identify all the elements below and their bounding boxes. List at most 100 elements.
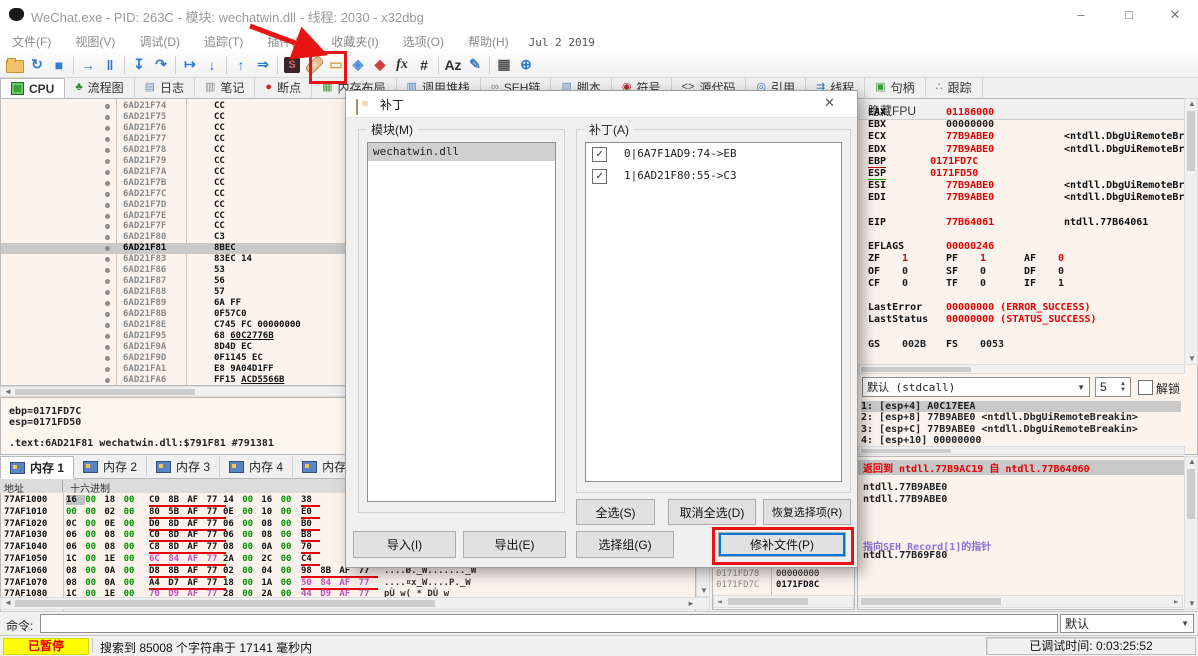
memory-byte-group[interactable]: C4 xyxy=(301,554,321,566)
stack-row[interactable]: 0171FD7C 0171FD8C xyxy=(713,580,819,590)
memory-byte-group[interactable]: 80 5B AF 77 xyxy=(149,507,226,519)
breakpoint-dot[interactable] xyxy=(105,246,110,252)
memory-byte-group[interactable]: 16 00 18 00 xyxy=(66,495,143,505)
pause-icon[interactable]: ‖ xyxy=(99,54,121,76)
breakpoint-dot[interactable] xyxy=(105,180,110,186)
breakpoint-dot[interactable] xyxy=(105,136,110,142)
register-row[interactable]: LastError 00000000 (ERROR_SUCCESS) xyxy=(868,302,1091,313)
restore-selection-button[interactable]: 恢复选择项(R) xyxy=(763,499,851,525)
patch-list-item[interactable]: ✓ 0|6A7F1AD9:74->EB xyxy=(586,143,841,165)
select-group-button[interactable]: 选择组(G) xyxy=(576,531,674,558)
memory-byte-group[interactable]: 0E 00 10 00 xyxy=(223,507,300,517)
command-mode-select[interactable]: 默认 ▼ xyxy=(1060,614,1194,633)
memory-byte-group[interactable]: 14 00 16 00 xyxy=(223,495,300,505)
menu-item-7[interactable]: 帮助(H) xyxy=(456,30,521,53)
breakpoint-dot[interactable] xyxy=(105,333,110,339)
memory-byte-group[interactable]: 06 00 08 00 xyxy=(223,530,300,540)
patch-checkbox[interactable]: ✓ xyxy=(592,169,607,184)
register-row[interactable]: EBX 00000000 xyxy=(868,119,1064,130)
register-row[interactable]: LastStatus 00000000 (STATUS_SUCCESS) xyxy=(868,314,1097,325)
strings-icon[interactable]: Az xyxy=(442,54,464,76)
memory-tab-2[interactable]: 内存 2 xyxy=(74,456,148,477)
memory-hscrollbar[interactable]: ◄ ► xyxy=(0,597,710,610)
label-icon[interactable]: ◈ xyxy=(347,54,369,76)
memory-byte-group[interactable]: A4 D7 AF 77 xyxy=(149,578,226,590)
memory-row[interactable]: 77AF1070 08 00 0A 00 A4 D7 AF 77 18 00 1A 00 50 84 AF 77… xyxy=(1,578,695,590)
import-button[interactable]: 导入(I) xyxy=(353,531,456,558)
memory-byte-group[interactable]: 02 00 04 00 xyxy=(223,566,300,576)
patch-list-item[interactable]: ✓ 1|6AD21F80:55->C3 xyxy=(586,165,841,187)
minimize-button[interactable]: – xyxy=(1066,5,1096,25)
breakpoint-dot[interactable] xyxy=(105,344,110,350)
breakpoint-dot[interactable] xyxy=(105,366,110,372)
breakpoint-dot[interactable] xyxy=(105,104,110,109)
memory-byte-group[interactable]: D8 8B AF 77 xyxy=(149,566,226,578)
memory-byte-group[interactable]: 6C 84 AF 77 xyxy=(149,554,226,566)
info-vscrollbar[interactable]: ▲ ▼ xyxy=(1184,456,1198,610)
tab-日志[interactable]: ▤ 日志 xyxy=(135,78,195,97)
argument-row[interactable]: 1: [esp+4] A0C17EEA xyxy=(861,401,1181,412)
breakpoint-dot[interactable] xyxy=(105,279,110,285)
registers-hscrollbar[interactable] xyxy=(858,364,1185,374)
patch-checkbox[interactable]: ✓ xyxy=(592,147,607,162)
tab-跟踪[interactable]: ∴ 跟踪 xyxy=(926,78,983,97)
menu-item-6[interactable]: 选项(O) xyxy=(391,30,456,53)
breakpoint-dot[interactable] xyxy=(105,169,110,175)
select-all-button[interactable]: 全选(S) xyxy=(576,499,655,525)
memory-byte-group[interactable]: 08 00 0A 00 xyxy=(223,542,300,552)
memory-byte-group[interactable]: B0 xyxy=(301,519,321,531)
register-row[interactable]: EAX 01186000 xyxy=(868,107,1064,118)
breakpoint-dot[interactable] xyxy=(105,301,110,307)
export-button[interactable]: 导出(E) xyxy=(463,531,566,558)
register-row[interactable]: EIP 77B64061 ntdll.77B64061 xyxy=(868,217,1148,228)
function-icon[interactable]: fx xyxy=(391,54,413,76)
step-down-icon[interactable]: ↓ xyxy=(201,54,223,76)
arg-count-stepper[interactable]: 5 ▲ ▼ xyxy=(1095,377,1131,397)
memory-byte-group[interactable]: 00 00 02 00 xyxy=(66,507,143,517)
run-icon[interactable]: → xyxy=(77,54,99,76)
tab-CPU[interactable]: CPU xyxy=(0,78,66,99)
patch-list[interactable]: ✓ 0|6A7F1AD9:74->EB ✓ 1|6AD21F80:55->C3 xyxy=(585,142,842,482)
module-list[interactable]: wechatwin.dll xyxy=(367,142,556,502)
menu-item-2[interactable]: 调试(D) xyxy=(127,30,192,53)
breakpoint-dot[interactable] xyxy=(105,290,110,296)
argument-row[interactable]: 3: [esp+C] 77B9ABE0 <ntdll.DbgUiRemoteBr… xyxy=(861,424,1181,435)
info-hscrollbar[interactable]: ► xyxy=(858,595,1183,608)
tab-笔记[interactable]: ▥ 笔记 xyxy=(195,78,256,97)
memory-byte-group[interactable]: B8 xyxy=(301,530,321,543)
stack-hscrollbar[interactable]: ◄ xyxy=(713,595,854,608)
breakpoint-dot[interactable] xyxy=(105,147,110,153)
patch-dialog-titlebar[interactable]: 补丁 ✕ xyxy=(346,91,857,118)
step-over-icon[interactable]: ↷ xyxy=(150,54,172,76)
breakpoint-dot[interactable] xyxy=(105,268,110,274)
argument-row[interactable]: 4: [esp+10] 00000000 xyxy=(861,435,1181,445)
memory-byte-group[interactable]: 1C 00 1E 00 xyxy=(66,554,143,564)
menu-item-1[interactable]: 视图(V) xyxy=(63,30,127,53)
register-row[interactable]: CF 0 TF 0 IF 1 xyxy=(868,278,1102,289)
bookmark-icon[interactable]: ◆ xyxy=(369,54,391,76)
breakpoint-dot[interactable] xyxy=(105,191,110,197)
step-out-icon[interactable]: ↑ xyxy=(230,54,252,76)
breakpoint-dot[interactable] xyxy=(105,114,110,120)
menu-item-4[interactable]: 插件(P) xyxy=(255,30,319,53)
register-row[interactable]: EFLAGS 00000246 xyxy=(868,241,1064,252)
hash-icon[interactable]: # xyxy=(413,54,435,76)
registers-vscrollbar[interactable]: ▲ ▼ xyxy=(1184,98,1198,365)
calling-convention-select[interactable]: 默认 (stdcall) ▼ xyxy=(862,377,1090,397)
register-row[interactable]: ESP 0171FD50 xyxy=(868,168,1048,180)
arguments-list[interactable]: 1: [esp+4] A0C17EEA 2: [esp+8] 77B9ABE0 <… xyxy=(858,399,1185,445)
breakpoint-dot[interactable] xyxy=(105,235,110,241)
memory-byte-group[interactable]: 2A 00 2C 00 xyxy=(223,554,300,564)
step-into-icon[interactable]: ↧ xyxy=(128,54,150,76)
argument-row[interactable]: 2: [esp+8] 77B9ABE0 <ntdll.DbgUiRemoteBr… xyxy=(861,412,1181,423)
memory-byte-group[interactable]: D0 8D AF 77 xyxy=(149,519,226,531)
memory-tab-1[interactable]: 内存 1 xyxy=(0,456,75,479)
tab-句柄[interactable]: ▣ 句柄 xyxy=(865,78,926,97)
scylla-icon[interactable]: S xyxy=(281,54,303,76)
register-row[interactable]: ZF 1 PF 1 AF 0 xyxy=(868,253,1102,264)
run-to-user-icon[interactable]: ↦ xyxy=(179,54,201,76)
memory-byte-group[interactable]: 08 00 0A 00 xyxy=(66,578,143,588)
brief-icon[interactable]: ✎ xyxy=(464,54,486,76)
breakpoint-dot[interactable] xyxy=(105,257,110,263)
dialog-close-icon[interactable]: ✕ xyxy=(824,95,835,111)
